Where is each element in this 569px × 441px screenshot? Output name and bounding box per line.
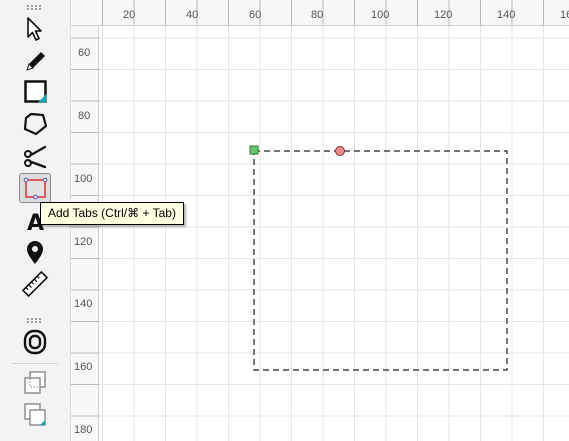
y-tick-label: 100 — [74, 173, 93, 185]
scissors-icon — [24, 145, 47, 169]
midpoint-handle[interactable] — [335, 146, 345, 156]
cut-tool-button[interactable] — [19, 141, 51, 171]
union-tool-button[interactable] — [19, 367, 51, 397]
position-tool-button[interactable] — [19, 237, 51, 267]
select-tool-button[interactable] — [19, 14, 51, 44]
selection-layer — [249, 145, 508, 371]
y-tick-label: 60 — [78, 47, 91, 59]
map-pin-icon — [27, 241, 43, 264]
horizontal-ruler: 20 40 60 80 100 120 140 16 — [71, 0, 569, 26]
toolbar-separator — [12, 363, 58, 364]
rectangle-tool-button[interactable] — [19, 77, 51, 107]
start-point-handle[interactable] — [249, 145, 259, 155]
vertical-ruler-ticks — [71, 37, 99, 417]
x-tick-label: 20 — [123, 9, 136, 21]
x-tick-label: 80 — [311, 9, 324, 21]
union-icon — [24, 371, 46, 394]
rectangle-icon — [24, 80, 47, 103]
x-tick-label: 140 — [497, 9, 516, 21]
y-tick-label: 80 — [78, 110, 91, 122]
y-tick-label: 140 — [74, 298, 93, 310]
add-tabs-tool-button[interactable] — [19, 173, 51, 203]
draw-tool-button[interactable] — [19, 45, 51, 75]
toolbar-grip-top[interactable] — [27, 5, 45, 11]
ruler-icon — [21, 270, 49, 298]
polygon-icon — [23, 112, 48, 136]
difference-tool-button[interactable] — [19, 399, 51, 429]
offset-tool-button[interactable] — [19, 327, 51, 357]
polygon-tool-button[interactable] — [19, 109, 51, 139]
x-tick-label: 16 — [560, 9, 569, 21]
add-tabs-icon — [23, 177, 48, 200]
measure-tool-button[interactable] — [19, 269, 51, 299]
x-tick-label: 60 — [249, 9, 262, 21]
select-arrow-icon — [27, 17, 42, 41]
toolbar-grip-bottom[interactable] — [27, 318, 45, 324]
y-tick-label: 120 — [74, 236, 93, 248]
y-tick-label: 180 — [74, 424, 93, 436]
dashed-rectangle-shape[interactable] — [253, 150, 508, 371]
vertical-ruler: 60 80 100 120 140 160 180 — [71, 26, 99, 441]
design-canvas[interactable] — [99, 26, 569, 441]
y-tick-label: 160 — [74, 361, 93, 373]
offset-icon — [23, 329, 47, 355]
tooltip: Add Tabs (Ctrl/⌘ + Tab) — [40, 202, 184, 225]
x-tick-label: 120 — [434, 9, 453, 21]
x-tick-label: 40 — [186, 9, 199, 21]
pencil-icon — [26, 52, 45, 71]
difference-icon — [24, 403, 46, 426]
x-tick-label: 100 — [371, 9, 390, 21]
